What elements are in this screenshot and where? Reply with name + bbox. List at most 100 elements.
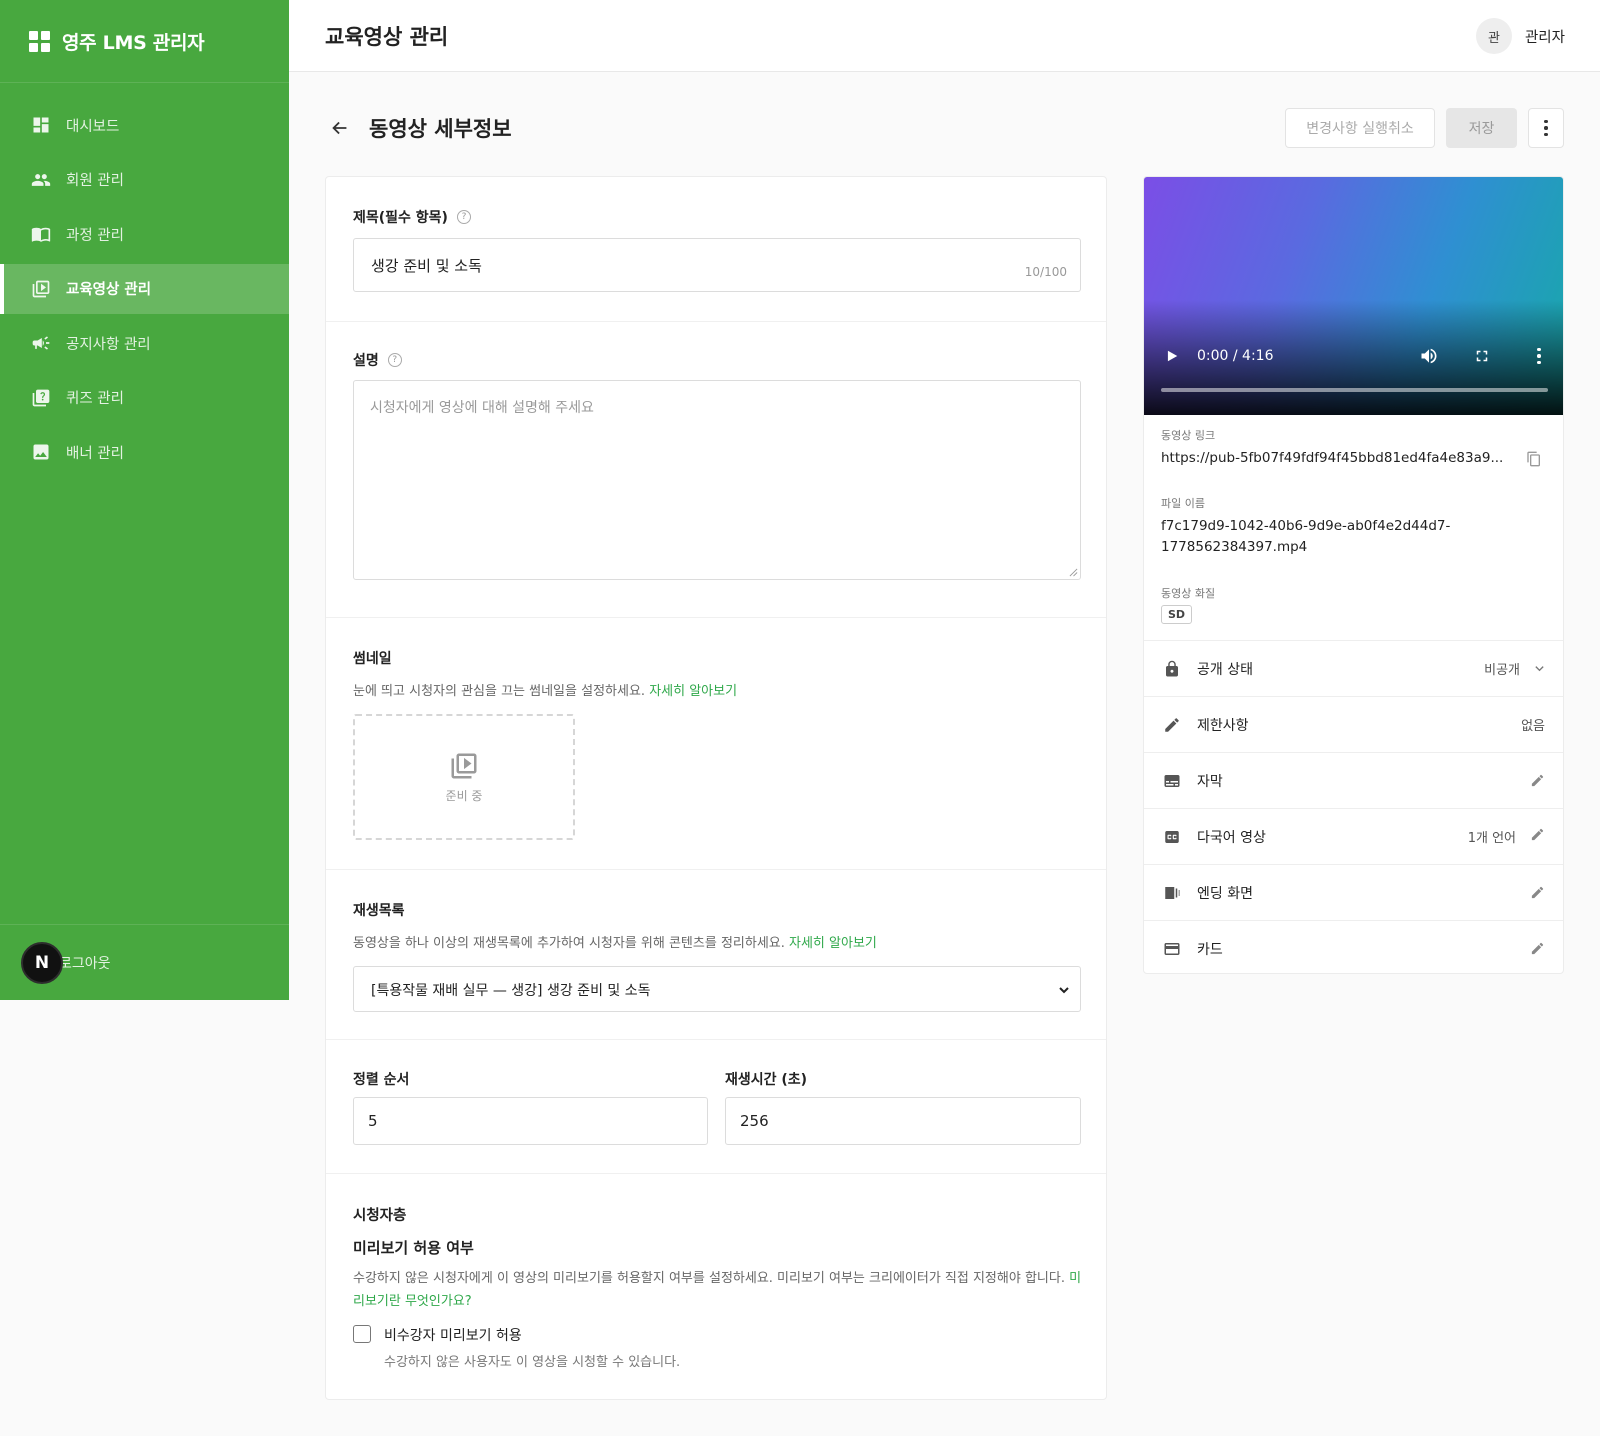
visibility-value: 비공개 bbox=[1484, 663, 1520, 678]
subtitles-edit-button[interactable] bbox=[1530, 773, 1545, 788]
preview-checkbox[interactable] bbox=[353, 1325, 371, 1343]
cards-edit-button[interactable] bbox=[1530, 941, 1545, 956]
sidebar-item-notices[interactable]: 공지사항 관리 bbox=[0, 318, 289, 368]
end-screen-icon bbox=[1162, 883, 1182, 903]
video-more-icon[interactable] bbox=[1537, 347, 1541, 365]
sidebar-item-quiz[interactable]: 퀴즈 관리 bbox=[0, 373, 289, 423]
subtitles-row[interactable]: 자막 bbox=[1144, 752, 1563, 808]
preview-help-text: 수강하지 않은 시청자에게 이 영상의 미리보기를 허용할지 여부를 설정하세요… bbox=[353, 1271, 1065, 1286]
visibility-row[interactable]: 공개 상태 비공개 bbox=[1144, 640, 1563, 696]
users-icon bbox=[31, 170, 51, 190]
dashboard-grid-icon bbox=[29, 30, 50, 52]
thumbnail-help: 눈에 띄고 시청자의 관심을 끄는 썸네일을 설정하세요. 자세히 알아보기 bbox=[353, 680, 737, 699]
sidebar-item-label: 퀴즈 관리 bbox=[66, 391, 124, 407]
copy-icon[interactable] bbox=[1526, 451, 1542, 467]
end-screen-row[interactable]: 엔딩 화면 bbox=[1144, 864, 1563, 920]
cards-row[interactable]: 카드 bbox=[1144, 920, 1563, 973]
closed-caption-icon bbox=[1162, 827, 1182, 847]
brand[interactable]: 영주 LMS 관리자 bbox=[0, 0, 289, 83]
video-player[interactable]: 0:00 / 4:16 bbox=[1144, 177, 1563, 415]
volume-icon[interactable] bbox=[1419, 346, 1439, 366]
more-options-button[interactable] bbox=[1528, 108, 1564, 148]
resize-handle-icon[interactable] bbox=[1069, 568, 1078, 577]
logout-button[interactable]: N 로그아웃 bbox=[0, 924, 289, 1000]
video-progress-bar[interactable] bbox=[1161, 388, 1548, 392]
sidebar: 영주 LMS 관리자 대시보드 회원 관리 과정 관리 교육영상 관리 공지사항… bbox=[0, 0, 289, 1000]
multilang-control[interactable]: 1개 언어 bbox=[1468, 827, 1545, 846]
playlist-help: 동영상을 하나 이상의 재생목록에 추가하여 시청자를 위해 콘텐츠를 정리하세… bbox=[353, 932, 877, 951]
playlist-label: 재생목록 bbox=[353, 903, 405, 919]
description-placeholder: 시청자에게 영상에 대해 설명해 주세요 bbox=[370, 400, 594, 416]
thumbnail-label: 썸네일 bbox=[353, 651, 392, 667]
image-icon bbox=[31, 442, 51, 462]
restrictions-row[interactable]: 제한사항 없음 bbox=[1144, 696, 1563, 752]
page-title: 동영상 세부정보 bbox=[369, 117, 512, 141]
header-actions: 변경사항 실행취소 저장 bbox=[1285, 108, 1564, 148]
title-section: 제목(필수 항목) ? 생강 준비 및 소독 10/100 bbox=[326, 177, 1106, 322]
thumbnail-learn-more-link[interactable]: 자세히 알아보기 bbox=[649, 684, 737, 699]
undo-changes-button[interactable]: 변경사항 실행취소 bbox=[1285, 108, 1435, 148]
order-input[interactable]: 5 bbox=[353, 1097, 708, 1145]
multilang-value: 1개 언어 bbox=[1467, 831, 1516, 846]
order-value: 5 bbox=[368, 1112, 378, 1130]
duration-input[interactable]: 256 bbox=[725, 1097, 1081, 1145]
visibility-control[interactable]: 비공개 bbox=[1484, 659, 1545, 678]
duration-label: 재생시간 (초) bbox=[725, 1072, 808, 1088]
sidebar-item-videos[interactable]: 교육영상 관리 bbox=[0, 263, 289, 314]
sidebar-item-label: 교육영상 관리 bbox=[66, 282, 152, 298]
description-textarea[interactable]: 시청자에게 영상에 대해 설명해 주세요 bbox=[353, 380, 1081, 580]
audience-label: 시청자층 bbox=[353, 1208, 407, 1224]
thumbnail-help-text: 눈에 띄고 시청자의 관심을 끄는 썸네일을 설정하세요. bbox=[353, 684, 646, 699]
thumbnail-status: 준비 중 bbox=[445, 788, 483, 803]
end-screen-edit-button[interactable] bbox=[1530, 885, 1545, 900]
playlist-selected-value: [특용작물 재배 실무 — 생강] 생강 준비 및 소독 bbox=[371, 983, 651, 999]
chevron-down-icon bbox=[1535, 666, 1544, 672]
help-circle-icon[interactable]: ? bbox=[456, 210, 471, 224]
order-duration-section: 정렬 순서 5 재생시간 (초) 256 bbox=[326, 1040, 1106, 1174]
multilang-row[interactable]: 다국어 영상 1개 언어 bbox=[1144, 808, 1563, 864]
details-form-card: 제목(필수 항목) ? 생강 준비 및 소독 10/100 설명 ? 시청자에게… bbox=[325, 176, 1107, 1400]
preview-help: 수강하지 않은 시청자에게 이 영상의 미리보기를 허용할지 여부를 설정하세요… bbox=[353, 1267, 1086, 1313]
help-circle-icon[interactable]: ? bbox=[387, 353, 402, 367]
edit-icon bbox=[1531, 886, 1544, 899]
video-time: 0:00 / 4:16 bbox=[1197, 348, 1274, 364]
video-library-icon bbox=[31, 279, 51, 299]
edit-icon[interactable] bbox=[1530, 827, 1545, 846]
visibility-label: 공개 상태 bbox=[1197, 661, 1253, 678]
sidebar-nav: 대시보드 회원 관리 과정 관리 교육영상 관리 공지사항 관리 퀴즈 관리 배… bbox=[0, 100, 289, 477]
title-input[interactable]: 생강 준비 및 소독 10/100 bbox=[353, 238, 1081, 292]
order-label: 정렬 순서 bbox=[353, 1072, 410, 1088]
user-menu[interactable]: 관 관리자 bbox=[1475, 18, 1565, 54]
avatar: 관 bbox=[1475, 18, 1512, 54]
edit-icon bbox=[1531, 942, 1544, 955]
thumbnail-upload-area[interactable]: 준비 중 bbox=[353, 714, 575, 840]
preview-checkbox-help: 수강하지 않은 사용자도 이 영상을 시청할 수 있습니다. bbox=[384, 1355, 681, 1370]
filename-line1: f7c179d9-1042-40b6-9d9e-ab0f4e2d44d7- bbox=[1161, 518, 1451, 534]
subtitles-icon bbox=[1162, 771, 1182, 791]
title-label: 제목(필수 항목) ? bbox=[353, 207, 471, 227]
sidebar-item-label: 대시보드 bbox=[66, 118, 120, 135]
description-section: 설명 ? 시청자에게 영상에 대해 설명해 주세요 bbox=[326, 322, 1106, 618]
video-link[interactable]: https://pub-5fb07f49fdf94f45bbd81ed4fa4e… bbox=[1161, 448, 1503, 469]
video-controls: 0:00 / 4:16 bbox=[1144, 341, 1563, 371]
play-icon[interactable] bbox=[1165, 349, 1179, 363]
pencil-icon bbox=[1162, 715, 1182, 735]
audience-section: 시청자층 미리보기 허용 여부 수강하지 않은 시청자에게 이 영상의 미리보기… bbox=[326, 1174, 1106, 1400]
dashboard-icon bbox=[31, 115, 51, 135]
sidebar-item-members[interactable]: 회원 관리 bbox=[0, 155, 289, 205]
sidebar-item-banners[interactable]: 배너 관리 bbox=[0, 427, 289, 477]
save-button[interactable]: 저장 bbox=[1446, 108, 1517, 148]
edit-icon bbox=[1531, 774, 1544, 787]
playlist-learn-more-link[interactable]: 자세히 알아보기 bbox=[789, 936, 877, 951]
title-input-value: 생강 준비 및 소독 bbox=[371, 257, 482, 275]
fullscreen-icon[interactable] bbox=[1473, 347, 1491, 365]
multilang-label: 다국어 영상 bbox=[1197, 829, 1266, 846]
playlist-select[interactable]: [특용작물 재배 실무 — 생강] 생강 준비 및 소독 bbox=[353, 966, 1081, 1012]
playlist-help-text: 동영상을 하나 이상의 재생목록에 추가하여 시청자를 위해 콘텐츠를 정리하세… bbox=[353, 936, 785, 951]
subtitles-label: 자막 bbox=[1197, 773, 1223, 790]
sidebar-item-dashboard[interactable]: 대시보드 bbox=[0, 100, 289, 150]
back-arrow-icon[interactable] bbox=[325, 113, 355, 143]
preview-checkbox-label[interactable]: 비수강자 미리보기 허용 bbox=[384, 1325, 522, 1345]
description-label: 설명 ? bbox=[353, 350, 402, 370]
sidebar-item-courses[interactable]: 과정 관리 bbox=[0, 209, 289, 259]
